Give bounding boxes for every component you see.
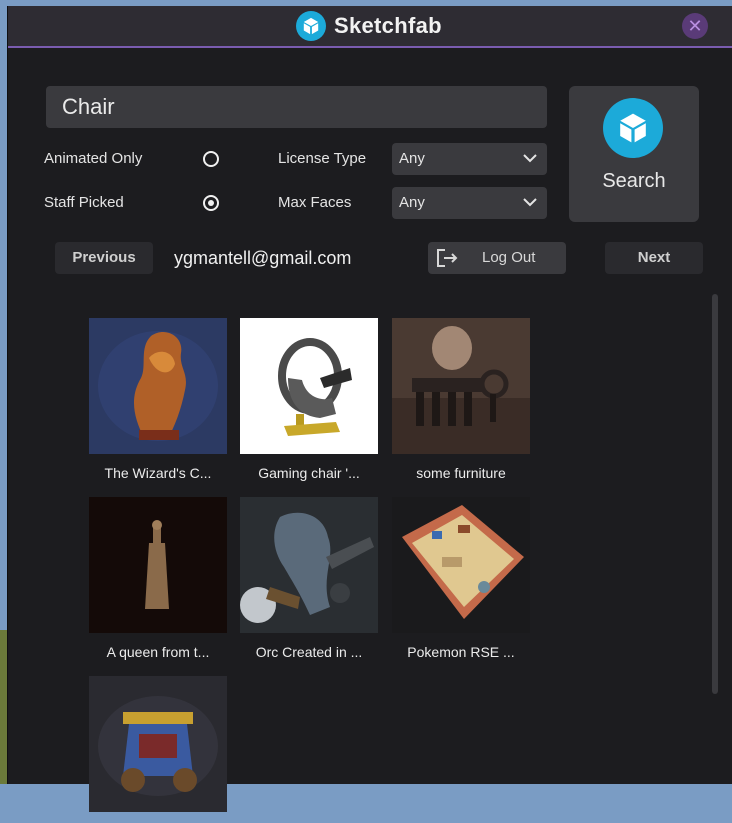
result-caption: some furniture	[416, 465, 506, 481]
logout-icon	[437, 249, 458, 267]
result-card[interactable]	[89, 676, 227, 823]
max-faces-label: Max Faces	[278, 194, 352, 211]
thumbnail-pokemon	[392, 497, 530, 633]
result-card[interactable]: Orc Created in ...	[240, 497, 378, 660]
result-caption: Orc Created in ...	[255, 644, 363, 660]
staff-picked-radio[interactable]	[203, 195, 219, 211]
thumbnail-furniture	[392, 318, 530, 454]
result-caption: Gaming chair '...	[258, 465, 360, 481]
logout-button[interactable]: Log Out	[428, 242, 566, 274]
logout-label: Log Out	[482, 249, 536, 266]
result-card[interactable]: Pokemon RSE ...	[392, 497, 530, 660]
next-button[interactable]: Next	[605, 242, 703, 274]
thumbnail-wizard	[89, 318, 227, 454]
search-input[interactable]: Chair	[46, 86, 547, 128]
search-button[interactable]: Search	[569, 86, 699, 222]
max-faces-select[interactable]: Any	[392, 187, 547, 219]
thumbnail-queen	[89, 497, 227, 633]
animated-only-radio[interactable]	[203, 151, 219, 167]
result-card[interactable]: A queen from t...	[89, 497, 227, 660]
title-bar[interactable]: Sketchfab ✕	[8, 6, 732, 48]
sketchfab-logo-icon	[296, 11, 326, 41]
result-caption: Pokemon RSE ...	[407, 644, 515, 660]
sketchfab-window: Sketchfab ✕ Chair Animated Only Staff Pi…	[7, 6, 732, 812]
title-group: Sketchfab	[296, 11, 442, 41]
result-caption: A queen from t...	[106, 644, 210, 660]
thumbnail-orc	[240, 497, 378, 633]
app-title: Sketchfab	[334, 13, 442, 38]
license-type-value: Any	[399, 150, 425, 167]
search-button-label: Search	[602, 170, 666, 192]
result-caption: The Wizard's C...	[104, 465, 212, 481]
max-faces-value: Any	[399, 194, 425, 211]
chevron-down-icon	[523, 198, 537, 207]
result-card[interactable]: The Wizard's C...	[89, 318, 227, 481]
user-email: ygmantell@gmail.com	[174, 248, 352, 268]
license-type-select[interactable]: Any	[392, 143, 547, 175]
results-scrollbar[interactable]	[712, 294, 718, 694]
result-card[interactable]: Gaming chair '...	[240, 318, 378, 481]
sketchfab-logo-icon	[603, 98, 663, 158]
result-card[interactable]: some furniture	[392, 318, 530, 481]
staff-picked-label: Staff Picked	[44, 194, 124, 211]
license-type-label: License Type	[278, 150, 367, 167]
previous-button[interactable]: Previous	[55, 242, 153, 274]
chevron-down-icon	[523, 154, 537, 163]
thumbnail-carriage	[89, 676, 227, 812]
close-button[interactable]: ✕	[682, 13, 708, 39]
thumbnail-gaming-chair	[240, 318, 378, 454]
animated-only-label: Animated Only	[44, 150, 143, 167]
